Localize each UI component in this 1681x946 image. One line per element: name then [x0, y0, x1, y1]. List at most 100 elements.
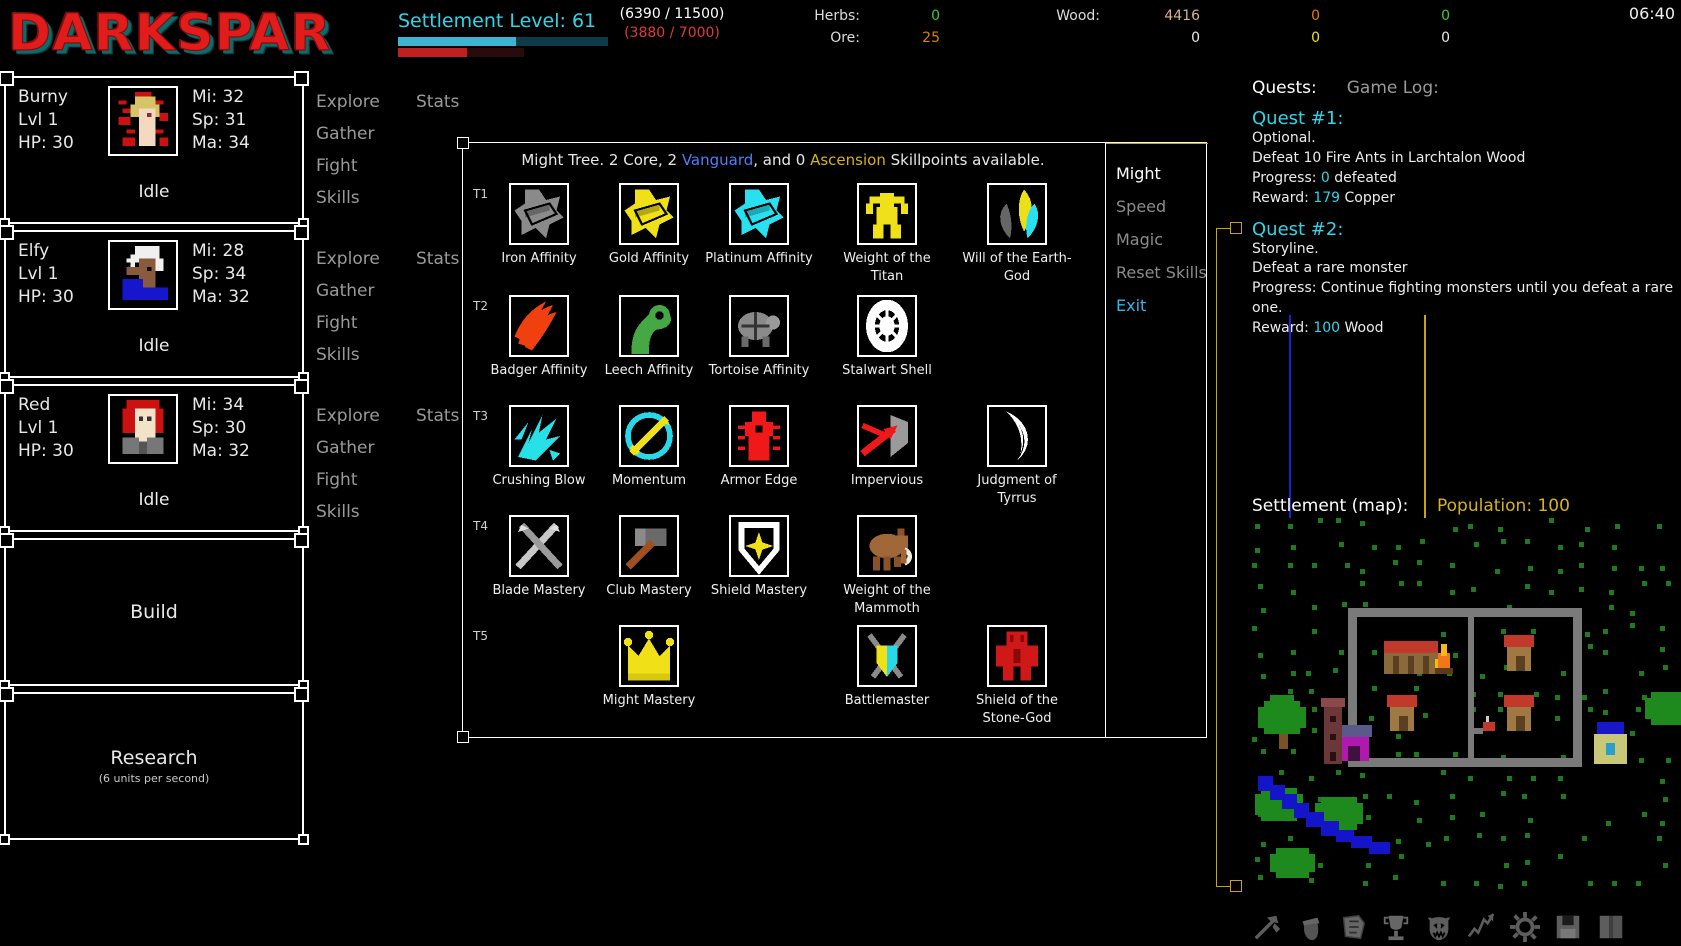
research-panel[interactable]: Research (6 units per second)	[0, 687, 309, 845]
skill-node[interactable]: Badger Affinity	[483, 295, 595, 380]
skill-node[interactable]: Weight of the Titan	[831, 183, 943, 285]
build-panel[interactable]: Build	[0, 533, 309, 691]
character-name: Red	[18, 395, 51, 415]
skill-node[interactable]: Blade Mastery	[483, 515, 595, 600]
tree-menu-speed[interactable]: Speed	[1116, 190, 1207, 223]
skill-node[interactable]: Iron Affinity	[483, 183, 595, 268]
resource-value: 0	[931, 8, 940, 24]
tab-quests[interactable]: Quests:	[1252, 78, 1317, 98]
skill-node-label: Platinum Affinity	[705, 251, 813, 266]
save-icon[interactable]	[1553, 912, 1583, 942]
character-card-red[interactable]: Red Lvl 1 HP: 30 Mi: 34 Sp: 30 Ma: 32 Id…	[0, 379, 309, 537]
resource-row: 0	[1240, 8, 1320, 30]
action-fight[interactable]: Fight	[316, 150, 406, 182]
skill-node[interactable]: Battlemaster	[831, 625, 943, 710]
action-explore[interactable]: Explore	[316, 400, 406, 432]
skill-node-label: Judgment of Tyrrus	[977, 473, 1057, 506]
pickaxe-icon[interactable]	[1252, 912, 1282, 942]
skill-node[interactable]: Impervious	[831, 405, 943, 490]
tortoise-icon[interactable]	[729, 295, 789, 357]
flexing-titan-icon[interactable]	[857, 183, 917, 245]
acorn-icon[interactable]	[1295, 912, 1325, 942]
ingot-cyan-icon[interactable]	[729, 183, 789, 245]
resource-name: Herbs:	[814, 8, 860, 24]
crescent-blade-icon[interactable]	[987, 405, 1047, 467]
tab-game-log[interactable]: Game Log:	[1347, 78, 1439, 98]
leech-icon[interactable]	[619, 295, 679, 357]
skill-node[interactable]: Club Mastery	[593, 515, 705, 600]
skill-node[interactable]: Judgment of Tyrrus	[961, 405, 1073, 507]
arrow-shield-icon[interactable]	[857, 405, 917, 467]
skill-node[interactable]: Gold Affinity	[593, 183, 705, 268]
settlement-map[interactable]	[1252, 518, 1681, 896]
leaves-icon[interactable]	[987, 183, 1047, 245]
action-skills[interactable]: Skills	[316, 182, 406, 214]
skill-node[interactable]: Will of the Earth-God	[961, 183, 1073, 285]
tree-menu-reset-skills[interactable]: Reset Skills	[1116, 256, 1207, 289]
ingot-gray-icon[interactable]	[509, 183, 569, 245]
crown-icon[interactable]	[619, 625, 679, 687]
avatar-elfy[interactable]	[108, 240, 178, 310]
skill-node[interactable]: Leech Affinity	[593, 295, 705, 380]
skill-node-label: Club Mastery	[606, 583, 692, 598]
action-explore[interactable]: Explore	[316, 86, 406, 118]
skill-node-label: Might Mastery	[602, 693, 696, 708]
action-stats[interactable]: Stats	[416, 86, 506, 118]
skill-node[interactable]: Stalwart Shell	[831, 295, 943, 380]
skill-tree-grid: T1 Iron Affinity Gold Affinity Platinum Aff…	[463, 179, 1105, 735]
skill-node[interactable]: Tortoise Affinity	[703, 295, 815, 380]
spiked-armor-icon[interactable]	[729, 405, 789, 467]
header-vanguard: Vanguard	[681, 151, 754, 169]
skill-node[interactable]: Shield of the Stone-God	[961, 625, 1073, 727]
character-card-burny[interactable]: Burny Lvl 1 HP: 30 Mi: 32 Sp: 31 Ma: 34 …	[0, 71, 309, 229]
chart-line-icon[interactable]	[1467, 912, 1497, 942]
skill-node[interactable]: Might Mastery	[593, 625, 705, 710]
trophy-icon[interactable]	[1381, 912, 1411, 942]
tree-menu-magic[interactable]: Magic	[1116, 223, 1207, 256]
skill-node-label: Impervious	[850, 473, 924, 488]
tree-menu-might[interactable]: Might	[1116, 157, 1207, 190]
shatter-icon[interactable]	[509, 405, 569, 467]
gear-icon[interactable]	[1510, 912, 1540, 942]
hammer-icon[interactable]	[619, 515, 679, 577]
quest-progress: Progress: 0 defeated	[1252, 169, 1681, 189]
action-fight[interactable]: Fight	[316, 307, 406, 339]
resource-name: Ore:	[830, 30, 860, 46]
scroll-icon[interactable]	[1338, 912, 1368, 942]
skill-node[interactable]: Crushing Blow	[483, 405, 595, 490]
character-card-elfy[interactable]: Elfy Lvl 1 HP: 30 Mi: 28 Sp: 34 Ma: 32 I…	[0, 225, 309, 383]
avatar-red[interactable]	[108, 394, 178, 464]
skill-node[interactable]: Momentum	[593, 405, 705, 490]
stone-golem-icon[interactable]	[987, 625, 1047, 687]
action-skills[interactable]: Skills	[316, 339, 406, 371]
avatar-burny[interactable]	[108, 86, 178, 156]
skill-node-label: Badger Affinity	[490, 363, 588, 378]
action-gather[interactable]: Gather	[316, 275, 406, 307]
ingot-gold-icon[interactable]	[619, 183, 679, 245]
action-fight[interactable]: Fight	[316, 464, 406, 496]
battlemaster-icon[interactable]	[857, 625, 917, 687]
resource-column-3: 00	[1240, 8, 1320, 52]
book-icon[interactable]	[1596, 912, 1626, 942]
shell-icon[interactable]	[857, 295, 917, 357]
action-skills[interactable]: Skills	[316, 496, 406, 528]
claw-slash-icon[interactable]	[509, 295, 569, 357]
action-column-primary: Explore Gather Fight Skills	[316, 243, 406, 371]
character-name: Burny	[18, 87, 68, 107]
sword-swirl-icon[interactable]	[619, 405, 679, 467]
tree-menu-exit[interactable]: Exit	[1116, 289, 1207, 322]
action-gather[interactable]: Gather	[316, 118, 406, 150]
skill-node[interactable]: Weight of the Mammoth	[831, 515, 943, 617]
skill-node[interactable]: Armor Edge	[703, 405, 815, 490]
action-gather[interactable]: Gather	[316, 432, 406, 464]
mammoth-icon[interactable]	[857, 515, 917, 577]
crossed-swords-icon[interactable]	[509, 515, 569, 577]
header-prefix: Might Tree. 2 Core, 2	[521, 151, 682, 169]
skill-node[interactable]: Shield Mastery	[703, 515, 815, 600]
skill-node[interactable]: Platinum Affinity	[703, 183, 815, 268]
character-status: Idle	[138, 182, 170, 202]
action-explore[interactable]: Explore	[316, 243, 406, 275]
star-shield-icon[interactable]	[729, 515, 789, 577]
header-ascension: Ascension	[810, 151, 886, 169]
demon-head-icon[interactable]	[1424, 912, 1454, 942]
